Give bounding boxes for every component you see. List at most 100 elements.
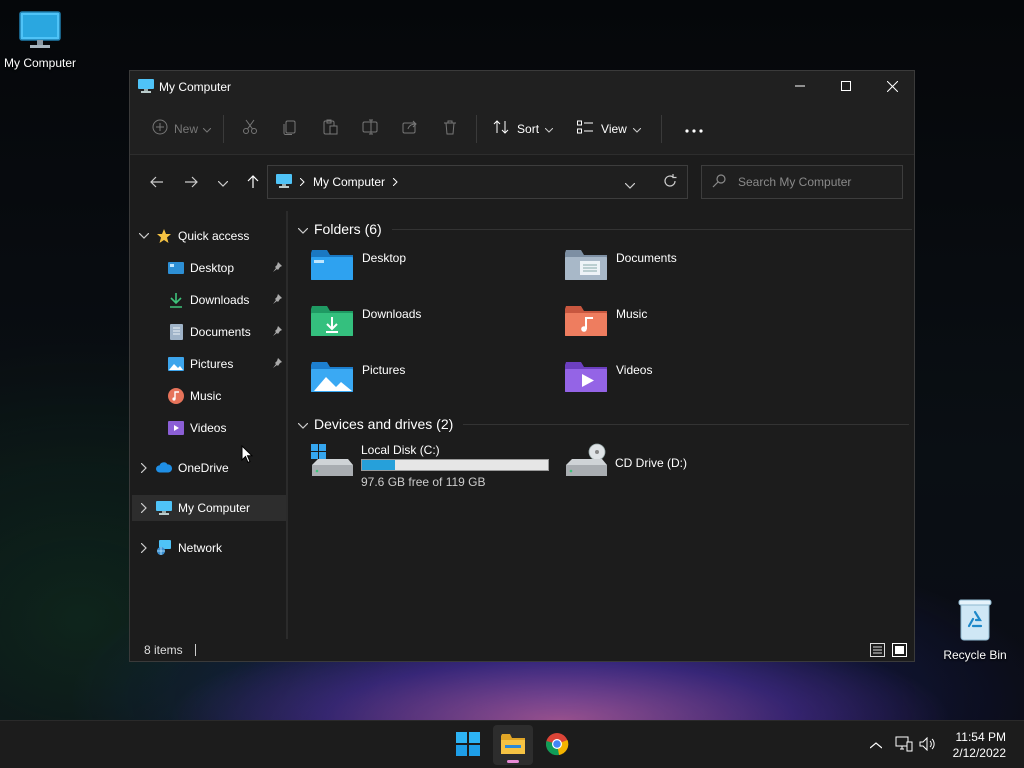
sidebar-item-pictures[interactable]: Pictures <box>132 351 286 377</box>
breadcrumb-separator-icon[interactable] <box>392 175 398 189</box>
explorer-window: My Computer New Sort View My Computer Se… <box>129 70 915 662</box>
chevron-right-icon[interactable] <box>132 543 156 553</box>
delete-button[interactable] <box>430 113 470 145</box>
maximize-button[interactable] <box>823 71 869 101</box>
folder-label: Documents <box>616 251 677 265</box>
folder-documents[interactable]: Documents <box>564 247 804 291</box>
pin-icon[interactable] <box>272 293 282 307</box>
sort-button[interactable]: Sort <box>487 113 559 145</box>
network-icon <box>156 540 172 556</box>
sidebar-item-downloads[interactable]: Downloads <box>132 287 286 313</box>
search-placeholder: Search My Computer <box>738 175 852 189</box>
sidebar-item-onedrive[interactable]: OneDrive <box>132 455 286 481</box>
sidebar-item-network[interactable]: Network <box>132 535 286 561</box>
speaker-icon <box>919 736 937 754</box>
sidebar-item-label: Downloads <box>190 293 250 307</box>
folder-label: Downloads <box>362 307 422 321</box>
view-button[interactable]: View <box>571 113 647 145</box>
sidebar-item-desktop[interactable]: Desktop <box>132 255 286 281</box>
file-explorer-icon <box>500 733 526 758</box>
pin-icon[interactable] <box>272 261 282 275</box>
folder-label: Desktop <box>362 251 407 265</box>
content-pane: Folders (6) Desktop Documents Downloads <box>290 211 914 639</box>
minimize-button[interactable] <box>777 71 823 101</box>
folder-desktop[interactable]: Desktop <box>310 247 550 291</box>
recycle-bin-icon <box>935 598 1015 645</box>
drive-cd-d[interactable]: CD Drive (D:) <box>564 443 687 482</box>
taskbar-chrome[interactable] <box>537 725 577 765</box>
network-status-button[interactable] <box>893 721 915 768</box>
chevron-right-icon[interactable] <box>132 503 156 513</box>
clipboard-icon <box>322 119 338 138</box>
sort-icon <box>493 119 509 138</box>
desktop-icon-recycle-bin[interactable]: Recycle Bin <box>935 598 1015 662</box>
new-button[interactable]: New <box>146 113 217 145</box>
copy-button[interactable] <box>270 113 310 145</box>
pin-icon[interactable] <box>272 357 282 371</box>
drive-local-disk-c[interactable]: Local Disk (C:) 97.6 GB free of 119 GB <box>310 443 549 489</box>
chevron-down-icon[interactable] <box>132 233 156 239</box>
refresh-button[interactable] <box>663 174 677 191</box>
recent-locations-button[interactable] <box>208 168 238 198</box>
folder-downloads[interactable]: Downloads <box>310 303 550 347</box>
chevron-right-icon[interactable] <box>132 463 156 473</box>
drives-section-header[interactable]: Devices and drives (2) <box>297 416 910 432</box>
chevron-down-icon <box>297 416 309 432</box>
folder-videos[interactable]: Videos <box>564 359 804 403</box>
taskbar-clock[interactable]: 11:54 PM 2/12/2022 <box>953 729 1006 761</box>
share-button[interactable] <box>390 113 430 145</box>
more-options-button[interactable] <box>674 113 714 145</box>
folders-section-header[interactable]: Folders (6) <box>297 221 912 237</box>
rename-button[interactable] <box>350 113 390 145</box>
desktop-icon-label: My Computer <box>3 56 77 70</box>
desktop-icon-my-computer[interactable]: My Computer <box>0 10 80 70</box>
folder-pictures[interactable]: Pictures <box>310 359 550 403</box>
share-icon <box>402 119 418 138</box>
copy-icon <box>282 119 298 138</box>
ellipsis-icon <box>685 122 703 136</box>
network-wired-icon <box>895 736 913 755</box>
separator <box>660 114 662 143</box>
address-dropdown-button[interactable] <box>624 178 636 192</box>
sidebar-item-videos[interactable]: Videos <box>132 415 286 441</box>
show-hidden-icons-button[interactable] <box>866 721 886 768</box>
cd-drive-icon <box>564 443 608 482</box>
new-label: New <box>174 121 199 136</box>
clock-date: 2/12/2022 <box>952 746 1006 760</box>
pin-icon[interactable] <box>272 325 282 339</box>
sidebar-item-documents[interactable]: Documents <box>132 319 286 345</box>
breadcrumb-my-computer[interactable]: My Computer <box>313 175 385 189</box>
back-button[interactable] <box>142 168 172 198</box>
close-button[interactable] <box>869 71 915 101</box>
arrow-right-icon <box>184 176 198 191</box>
start-button[interactable] <box>448 725 488 765</box>
search-input[interactable]: Search My Computer <box>701 165 903 199</box>
sidebar-item-label: Desktop <box>190 261 235 275</box>
folder-music[interactable]: Music <box>564 303 804 347</box>
forward-button[interactable] <box>176 168 206 198</box>
sidebar-item-quick-access[interactable]: Quick access <box>132 223 286 249</box>
section-title: Folders (6) <box>314 221 382 237</box>
paste-button[interactable] <box>310 113 350 145</box>
clock-time: 11:54 PM <box>955 730 1006 744</box>
up-button[interactable] <box>238 168 268 198</box>
search-icon <box>712 173 726 191</box>
navigation-pane: Quick access Desktop Downloads Documents… <box>130 211 288 639</box>
drive-label: Local Disk (C:) <box>361 443 440 457</box>
taskbar-file-explorer[interactable] <box>493 725 533 765</box>
large-icons-view-button[interactable] <box>892 643 907 660</box>
volume-button[interactable] <box>918 721 938 768</box>
hard-drive-icon <box>310 443 354 482</box>
monitor-icon <box>276 173 292 191</box>
chevron-down-icon <box>632 122 642 136</box>
drive-label: CD Drive (D:) <box>615 456 687 470</box>
sidebar-item-label: My Computer <box>178 501 251 515</box>
sidebar-item-label: Documents <box>190 325 251 339</box>
sidebar-item-my-computer[interactable]: My Computer <box>132 495 286 521</box>
details-view-button[interactable] <box>870 643 885 660</box>
sidebar-item-label: Music <box>190 389 222 403</box>
sidebar-item-music[interactable]: Music <box>132 383 286 409</box>
address-bar[interactable]: My Computer <box>267 165 688 199</box>
cut-button[interactable] <box>230 113 270 145</box>
section-divider <box>391 228 912 230</box>
